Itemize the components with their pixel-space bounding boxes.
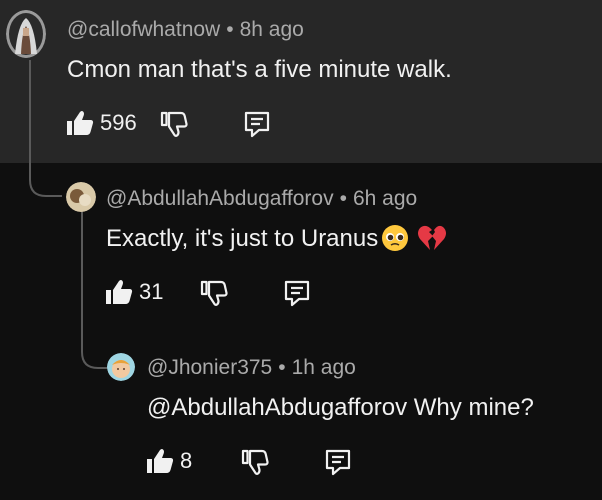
comment-text-row: Exactly, it's just to Uranus: [106, 224, 447, 253]
reply-button[interactable]: [283, 279, 311, 307]
meta-separator: •: [226, 18, 234, 41]
reply-comment-icon: [283, 279, 311, 307]
thumbs-up-icon: [66, 110, 94, 136]
dislike-button[interactable]: [200, 279, 228, 307]
author-name[interactable]: @Jhonier375: [147, 356, 272, 379]
thumbs-down-icon: [160, 110, 188, 138]
author-name[interactable]: @AbdullahAbdugafforov: [106, 187, 334, 210]
timestamp[interactable]: 6h ago: [353, 187, 417, 210]
dislike-button[interactable]: [241, 448, 269, 476]
timestamp[interactable]: 1h ago: [292, 356, 356, 379]
reply-button[interactable]: [243, 110, 271, 138]
like-button[interactable]: 31: [105, 279, 163, 305]
avatar[interactable]: [6, 10, 46, 58]
thumbs-down-icon: [241, 448, 269, 476]
meta-separator: •: [339, 187, 347, 210]
avatar[interactable]: [107, 353, 135, 381]
dislike-button[interactable]: [160, 110, 188, 138]
comment-meta: @AbdullahAbdugafforov • 6h ago: [106, 187, 417, 211]
avatar[interactable]: [66, 182, 96, 212]
like-count: 31: [139, 279, 164, 304]
thumbs-up-icon: [146, 448, 174, 474]
comment-text: Exactly, it's just to Uranus: [106, 225, 379, 252]
reply-comment-icon: [243, 110, 271, 138]
pleading-face-emoji: [381, 224, 409, 252]
comment-text: @AbdullahAbdugafforov Why mine?: [147, 394, 534, 421]
like-count: 8: [180, 448, 193, 473]
like-button[interactable]: 8: [146, 448, 192, 474]
timestamp[interactable]: 8h ago: [240, 18, 304, 41]
like-button[interactable]: 596: [66, 110, 137, 136]
comment-text: Cmon man that's a five minute walk.: [67, 56, 452, 83]
like-count: 596: [100, 110, 137, 135]
author-name[interactable]: @callofwhatnow: [67, 18, 220, 41]
thumbs-down-icon: [200, 279, 228, 307]
broken-heart-emoji: [417, 224, 447, 252]
meta-separator: •: [278, 356, 286, 379]
reply-comment-icon: [324, 448, 352, 476]
comment-meta: @callofwhatnow • 8h ago: [67, 18, 304, 42]
comment-meta: @Jhonier375 • 1h ago: [147, 356, 356, 380]
thumbs-up-icon: [105, 279, 133, 305]
reply-button[interactable]: [324, 448, 352, 476]
